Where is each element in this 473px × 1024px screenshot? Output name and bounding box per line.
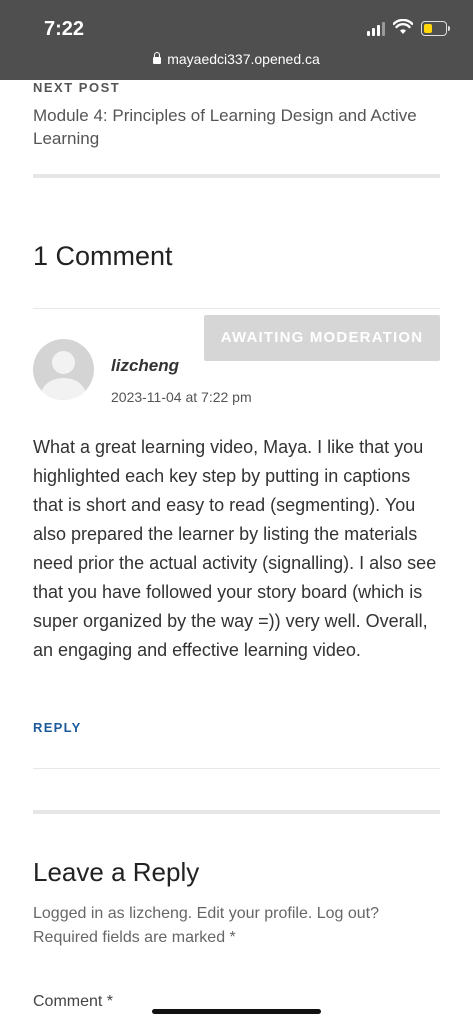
comment-author: lizcheng [111,356,180,375]
divider [33,308,440,309]
comment-field-label: Comment * [33,993,114,1010]
lock-icon [153,52,162,64]
comment-date[interactable]: 2023-11-04 at 7:22 pm [111,389,252,405]
status-icons [367,19,450,40]
reply-button[interactable]: REPLY [33,720,82,735]
divider [33,810,440,814]
comment-body: What a great learning video, Maya. I lik… [33,437,437,660]
comments-heading: 1 Comment [33,241,173,271]
clock: 7:22 [44,18,85,40]
awaiting-moderation-badge: AWAITING MODERATION [204,315,440,361]
url-text: mayaedci337.opened.ca [167,51,320,67]
leave-reply-heading: Leave a Reply [33,857,200,887]
signal-icon [367,20,387,36]
avatar [33,339,94,400]
logged-in-notice: Logged in as lizcheng. Edit your profile… [33,905,380,946]
battery-icon [421,21,450,36]
home-indicator[interactable] [152,1009,321,1014]
divider [33,768,440,769]
divider [33,174,440,178]
wifi-icon [393,19,413,34]
address-bar[interactable]: mayaedci337.opened.ca [0,51,473,67]
status-bar: 7:22 mayaedci337.opened.ca [0,0,473,80]
next-post-label: NEXT POST [33,80,121,95]
next-post-link[interactable]: Module 4: Principles of Learning Design … [33,104,440,150]
